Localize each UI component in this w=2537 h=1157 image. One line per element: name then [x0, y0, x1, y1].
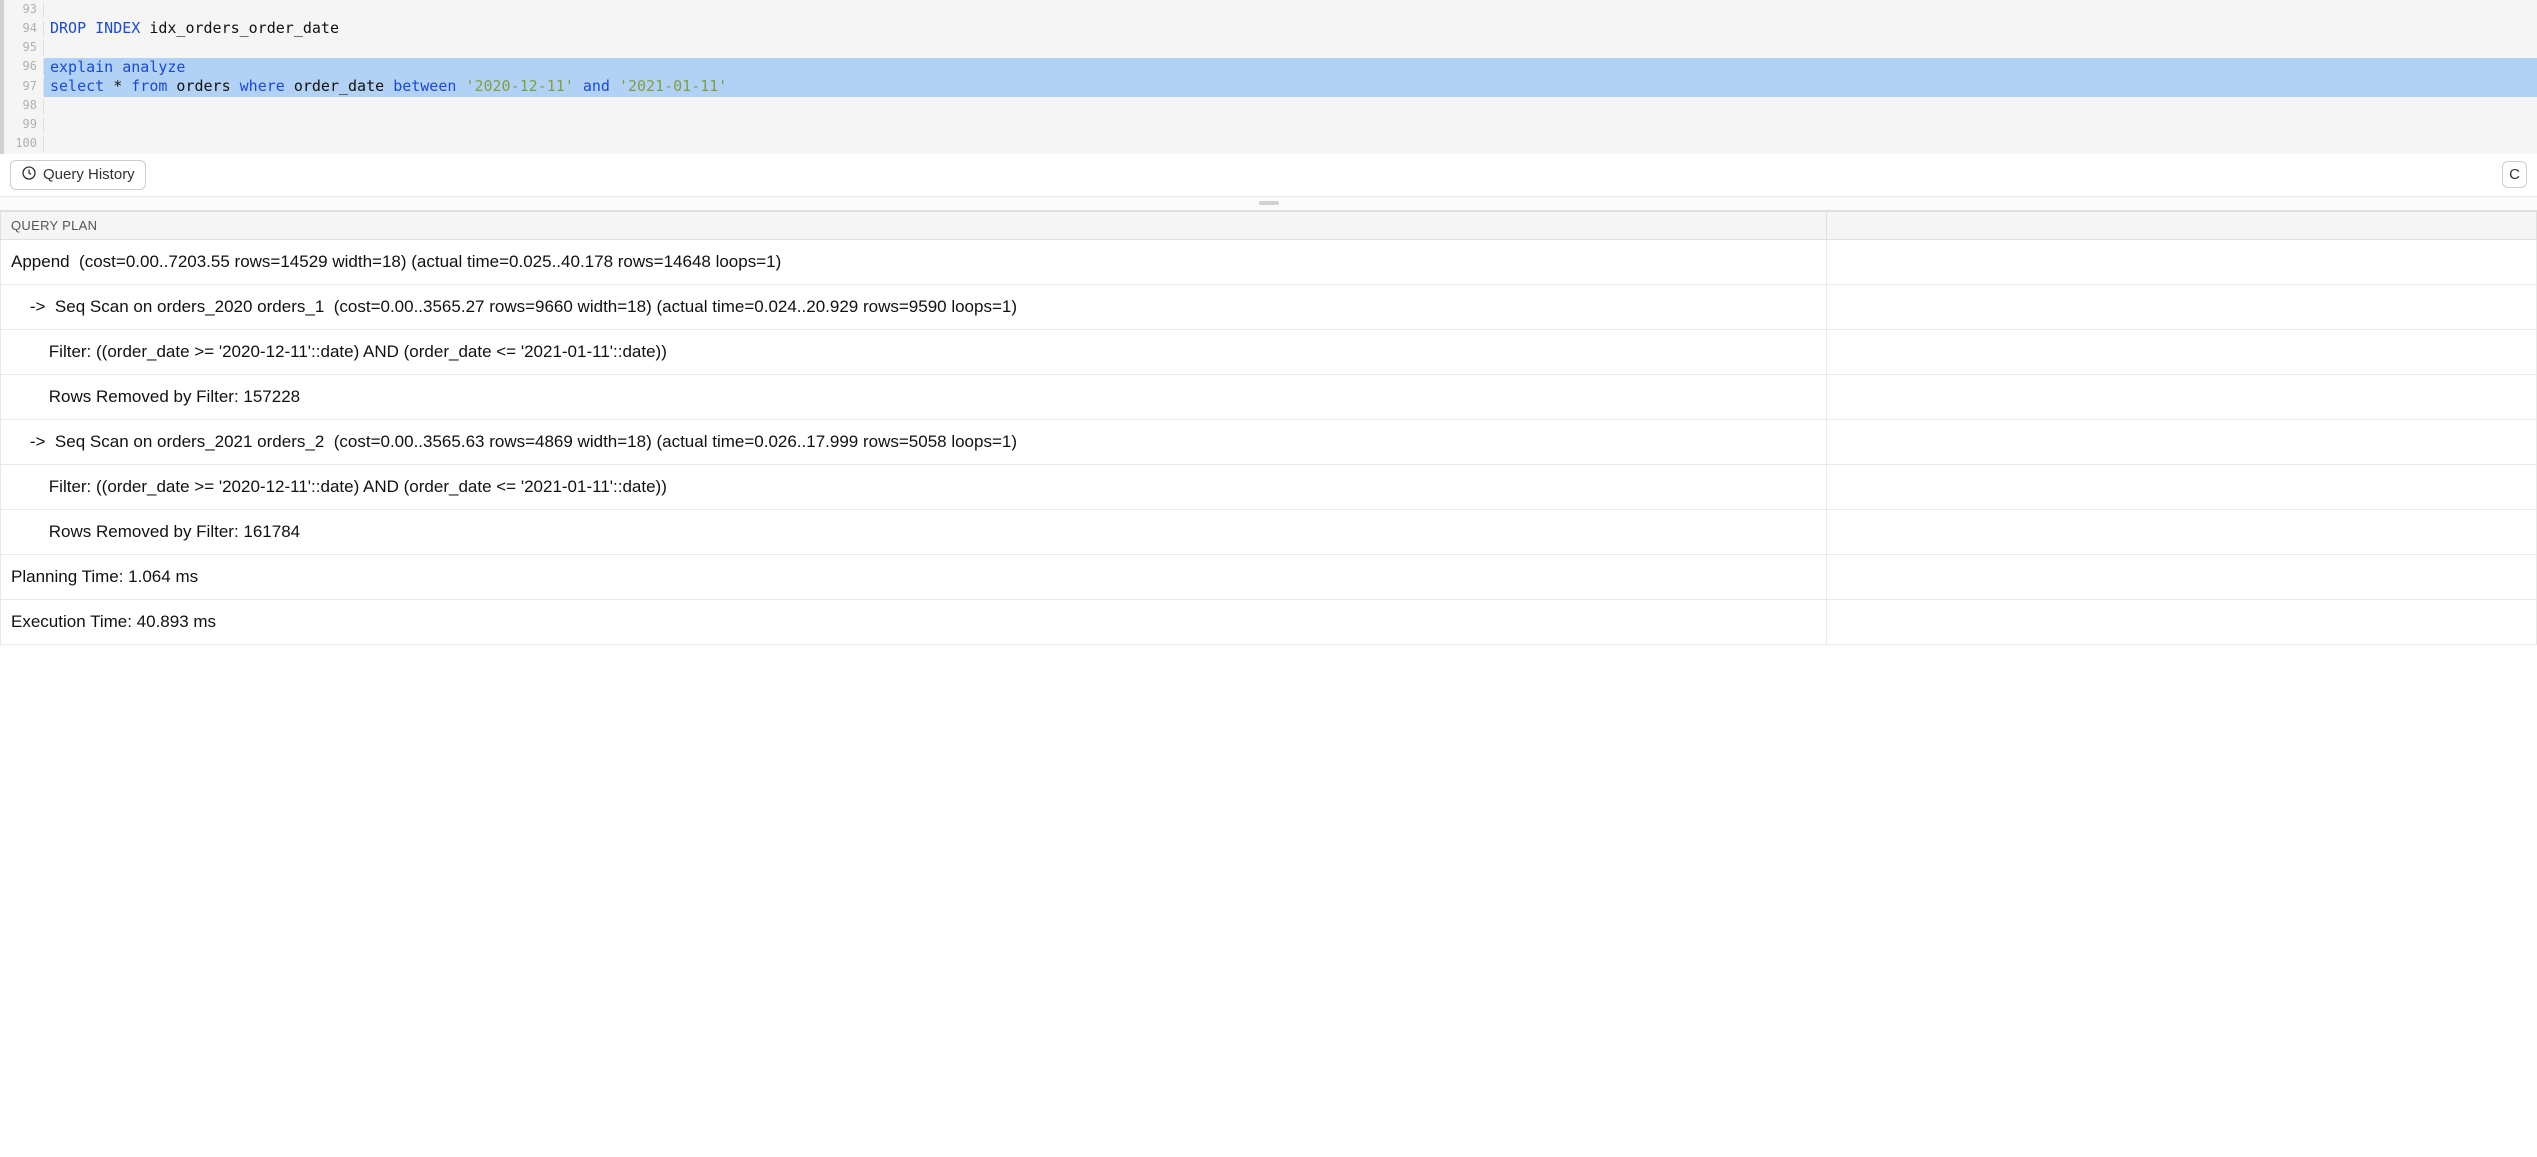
truncated-right-button[interactable]: C [2502, 161, 2527, 188]
code-content[interactable]: DROP INDEX idx_orders_order_date [44, 19, 2537, 39]
query-plan-text: Append (cost=0.00..7203.55 rows=14529 wi… [11, 252, 781, 271]
empty-cell [1826, 599, 2536, 644]
column-header-query-plan[interactable]: QUERY PLAN [1, 211, 1827, 239]
query-plan-cell[interactable]: Execution Time: 40.893 ms [1, 599, 1827, 644]
query-plan-cell[interactable]: Rows Removed by Filter: 161784 [1, 509, 1827, 554]
line-number: 99 [4, 117, 44, 133]
empty-cell [1826, 239, 2536, 284]
query-plan-text: Execution Time: 40.893 ms [11, 612, 216, 631]
query-plan-text: -> Seq Scan on orders_2020 orders_1 (cos… [11, 297, 1017, 316]
empty-cell [1826, 329, 2536, 374]
empty-cell [1826, 284, 2536, 329]
line-number: 100 [4, 136, 44, 152]
code-token: DROP [50, 19, 86, 37]
pane-resize-handle[interactable] [0, 197, 2537, 211]
code-content[interactable]: select * from orders where order_date be… [44, 77, 2537, 97]
line-number: 98 [4, 98, 44, 114]
table-row[interactable]: Filter: ((order_date >= '2020-12-11'::da… [1, 329, 2537, 374]
code-line[interactable]: 96explain analyze [4, 58, 2537, 78]
code-token: between [393, 77, 456, 95]
code-token: and [583, 77, 610, 95]
code-token: explain [50, 58, 113, 76]
code-line[interactable]: 93 [4, 0, 2537, 19]
query-plan-cell[interactable]: Append (cost=0.00..7203.55 rows=14529 wi… [1, 239, 1827, 284]
results-toolbar: Query History C [0, 154, 2537, 197]
query-plan-text: Rows Removed by Filter: 161784 [11, 522, 300, 541]
code-token: from [131, 77, 167, 95]
table-row[interactable]: Rows Removed by Filter: 157228 [1, 374, 2537, 419]
query-plan-cell[interactable]: Rows Removed by Filter: 157228 [1, 374, 1827, 419]
code-line[interactable]: 95 [4, 39, 2537, 58]
sql-editor[interactable]: 9394DROP INDEX idx_orders_order_date9596… [0, 0, 2537, 154]
line-number: 95 [4, 40, 44, 56]
query-plan-text: Filter: ((order_date >= '2020-12-11'::da… [11, 477, 667, 496]
table-row[interactable]: Execution Time: 40.893 ms [1, 599, 2537, 644]
code-token [610, 77, 619, 95]
clock-icon [21, 165, 37, 185]
query-history-button[interactable]: Query History [10, 160, 146, 190]
empty-cell [1826, 374, 2536, 419]
code-token: INDEX [95, 19, 140, 37]
query-plan-cell[interactable]: -> Seq Scan on orders_2021 orders_2 (cos… [1, 419, 1827, 464]
query-plan-text: Filter: ((order_date >= '2020-12-11'::da… [11, 342, 667, 361]
code-token [86, 19, 95, 37]
query-plan-table: QUERY PLAN Append (cost=0.00..7203.55 ro… [0, 211, 2537, 645]
table-row[interactable]: -> Seq Scan on orders_2021 orders_2 (cos… [1, 419, 2537, 464]
code-line[interactable]: 97select * from orders where order_date … [4, 77, 2537, 97]
table-row[interactable]: Filter: ((order_date >= '2020-12-11'::da… [1, 464, 2537, 509]
code-token: analyze [122, 58, 185, 76]
table-row[interactable]: -> Seq Scan on orders_2020 orders_1 (cos… [1, 284, 2537, 329]
line-number: 94 [4, 21, 44, 37]
table-row[interactable]: Planning Time: 1.064 ms [1, 554, 2537, 599]
code-token: where [240, 77, 285, 95]
code-token: '2021-01-11' [619, 77, 727, 95]
query-plan-text: -> Seq Scan on orders_2021 orders_2 (cos… [11, 432, 1017, 451]
column-header-empty[interactable] [1826, 211, 2536, 239]
table-row[interactable]: Rows Removed by Filter: 161784 [1, 509, 2537, 554]
query-history-label: Query History [43, 166, 135, 183]
empty-cell [1826, 554, 2536, 599]
code-line[interactable]: 99 [4, 116, 2537, 135]
query-plan-cell[interactable]: Filter: ((order_date >= '2020-12-11'::da… [1, 329, 1827, 374]
code-line[interactable]: 94DROP INDEX idx_orders_order_date [4, 19, 2537, 39]
empty-cell [1826, 464, 2536, 509]
line-number: 96 [4, 59, 44, 75]
code-token: '2020-12-11' [465, 77, 573, 95]
table-row[interactable]: Append (cost=0.00..7203.55 rows=14529 wi… [1, 239, 2537, 284]
code-token: idx_orders_order_date [140, 19, 339, 37]
code-token [113, 58, 122, 76]
code-token [574, 77, 583, 95]
query-plan-cell[interactable]: Filter: ((order_date >= '2020-12-11'::da… [1, 464, 1827, 509]
query-plan-cell[interactable]: Planning Time: 1.064 ms [1, 554, 1827, 599]
empty-cell [1826, 419, 2536, 464]
code-token: order_date [285, 77, 393, 95]
line-number: 93 [4, 2, 44, 18]
code-token: select [50, 77, 104, 95]
query-plan-text: Rows Removed by Filter: 157228 [11, 387, 300, 406]
code-token: * [104, 77, 131, 95]
line-number: 97 [4, 79, 44, 95]
query-plan-text: Planning Time: 1.064 ms [11, 567, 198, 586]
drag-handle-icon [1259, 201, 1279, 205]
query-plan-cell[interactable]: -> Seq Scan on orders_2020 orders_1 (cos… [1, 284, 1827, 329]
empty-cell [1826, 509, 2536, 554]
code-line[interactable]: 100 [4, 135, 2537, 154]
code-content[interactable]: explain analyze [44, 58, 2537, 78]
code-token: orders [167, 77, 239, 95]
code-line[interactable]: 98 [4, 97, 2537, 116]
